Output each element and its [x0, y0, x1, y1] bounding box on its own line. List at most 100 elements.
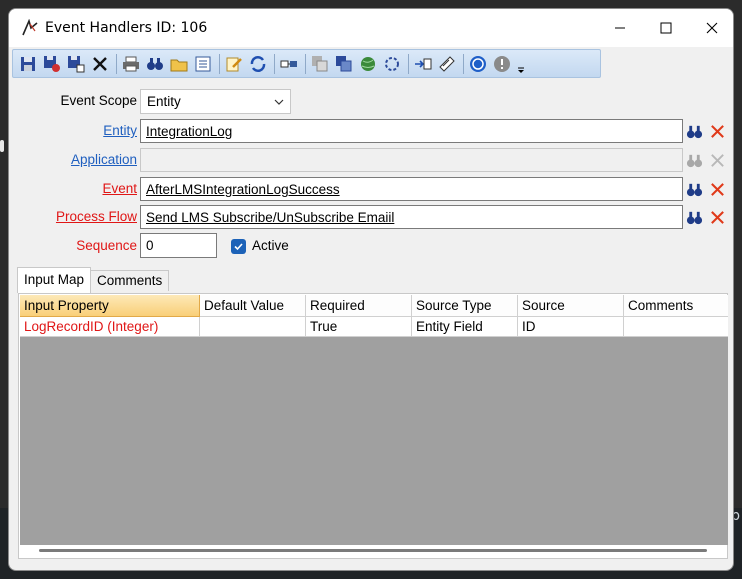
- minimize-icon: [615, 27, 625, 29]
- active-label[interactable]: Active: [252, 238, 289, 253]
- close-icon: [706, 22, 718, 34]
- window-title: Event Handlers ID: 106: [45, 20, 208, 36]
- clear-icon: [710, 153, 724, 167]
- toolbar-separator: [219, 53, 220, 74]
- maximize-button[interactable]: [643, 9, 689, 47]
- clear-icon: [710, 182, 724, 196]
- find-icon: [147, 57, 163, 70]
- link-icon: [280, 60, 297, 67]
- event-find-button[interactable]: [683, 178, 705, 200]
- chevron-down-icon: [274, 99, 284, 105]
- copy-button[interactable]: [309, 53, 331, 75]
- close-button[interactable]: [689, 9, 733, 47]
- cell-default-value[interactable]: [200, 317, 306, 337]
- cell-source[interactable]: ID: [518, 317, 624, 337]
- input-map-panel: Input Property Default Value Required So…: [18, 293, 728, 559]
- application-link[interactable]: Application: [9, 152, 137, 167]
- info-button[interactable]: [491, 53, 513, 75]
- event-handlers-window: Event Handlers ID: 106 Event Scope Entit…: [8, 8, 734, 571]
- export-icon: [415, 58, 432, 69]
- application-field: [140, 148, 683, 172]
- binoculars-icon: [686, 154, 702, 167]
- input-map-grid[interactable]: Input Property Default Value Required So…: [20, 295, 728, 545]
- toolbar: [12, 49, 601, 78]
- event-clear-button[interactable]: [706, 178, 728, 200]
- export-button[interactable]: [412, 53, 434, 75]
- process-flow-link[interactable]: Process Flow: [9, 209, 137, 224]
- application-clear-button: [706, 149, 728, 171]
- entity-value: IntegrationLog: [146, 124, 233, 139]
- sequence-value: 0: [146, 238, 154, 253]
- find-button[interactable]: [144, 53, 166, 75]
- save-close-button[interactable]: [41, 53, 63, 75]
- entity-link[interactable]: Entity: [9, 123, 137, 138]
- save-button[interactable]: [17, 53, 39, 75]
- column-header-required[interactable]: Required: [306, 295, 412, 317]
- binoculars-icon: [686, 211, 702, 224]
- cell-comments[interactable]: [624, 317, 728, 337]
- settings-button[interactable]: [381, 53, 403, 75]
- event-field[interactable]: AfterLMSIntegrationLogSuccess: [140, 177, 683, 201]
- cell-source-type[interactable]: Entity Field: [412, 317, 518, 337]
- save-new-button[interactable]: [65, 53, 87, 75]
- edit-icon: [226, 57, 242, 71]
- toolbar-overflow-button[interactable]: [515, 52, 527, 76]
- active-checkbox[interactable]: [231, 239, 246, 254]
- grid-header: Input Property Default Value Required So…: [20, 295, 728, 317]
- delete-icon: [93, 56, 107, 71]
- clear-icon: [710, 124, 724, 138]
- list-icon: [195, 56, 211, 71]
- new-window-icon: [336, 55, 352, 71]
- binoculars-icon: [686, 183, 702, 196]
- copy-icon: [312, 55, 328, 71]
- process-flow-field[interactable]: Send LMS Subscribe/UnSubscribe Emaiil: [140, 205, 683, 229]
- delete-button[interactable]: [89, 53, 111, 75]
- link-button[interactable]: [278, 53, 300, 75]
- process-flow-value: Send LMS Subscribe/UnSubscribe Emaiil: [146, 210, 395, 225]
- column-header-default-value[interactable]: Default Value: [200, 295, 306, 317]
- background-fragment: [0, 140, 4, 152]
- print-icon: [123, 56, 139, 71]
- horizontal-scrollbar[interactable]: [39, 549, 707, 552]
- entity-clear-button[interactable]: [706, 120, 728, 142]
- settings-icon: [385, 56, 399, 71]
- note-button[interactable]: [436, 53, 458, 75]
- help-button[interactable]: [467, 53, 489, 75]
- sequence-input[interactable]: 0: [140, 233, 217, 258]
- open-folder-button[interactable]: [168, 53, 190, 75]
- cell-required[interactable]: True: [306, 317, 412, 337]
- column-header-input-property[interactable]: Input Property: [20, 295, 200, 317]
- entity-find-button[interactable]: [683, 120, 705, 142]
- column-header-source[interactable]: Source: [518, 295, 624, 317]
- edit-button[interactable]: [223, 53, 245, 75]
- maximize-icon: [660, 22, 672, 34]
- toolbar-separator: [274, 53, 275, 74]
- note-icon: [439, 55, 455, 72]
- new-window-button[interactable]: [333, 53, 355, 75]
- globe-icon: [361, 56, 375, 71]
- help-icon: [470, 55, 486, 72]
- checkmark-icon: [234, 243, 243, 251]
- column-header-comments[interactable]: Comments: [624, 295, 728, 317]
- process-flow-find-button[interactable]: [683, 206, 705, 228]
- minimize-button[interactable]: [597, 9, 643, 47]
- title-bar[interactable]: Event Handlers ID: 106: [9, 9, 733, 47]
- toolbar-separator: [408, 53, 409, 74]
- refresh-button[interactable]: [247, 53, 269, 75]
- tab-input-map[interactable]: Input Map: [17, 267, 92, 293]
- column-header-source-type[interactable]: Source Type: [412, 295, 518, 317]
- tab-comments[interactable]: Comments: [90, 270, 170, 291]
- event-scope-value: Entity: [147, 94, 181, 109]
- entity-field[interactable]: IntegrationLog: [140, 119, 683, 143]
- event-scope-select[interactable]: Entity: [140, 89, 291, 114]
- print-button[interactable]: [120, 53, 142, 75]
- overflow-icon: [518, 67, 524, 73]
- process-flow-clear-button[interactable]: [706, 206, 728, 228]
- open-folder-icon: [170, 59, 188, 71]
- globe-button[interactable]: [357, 53, 379, 75]
- list-button[interactable]: [192, 53, 214, 75]
- cell-input-property[interactable]: LogRecordID (Integer): [20, 317, 200, 337]
- event-link[interactable]: Event: [9, 181, 137, 196]
- binoculars-icon: [686, 125, 702, 138]
- table-row[interactable]: LogRecordID (Integer) True Entity Field …: [20, 317, 728, 337]
